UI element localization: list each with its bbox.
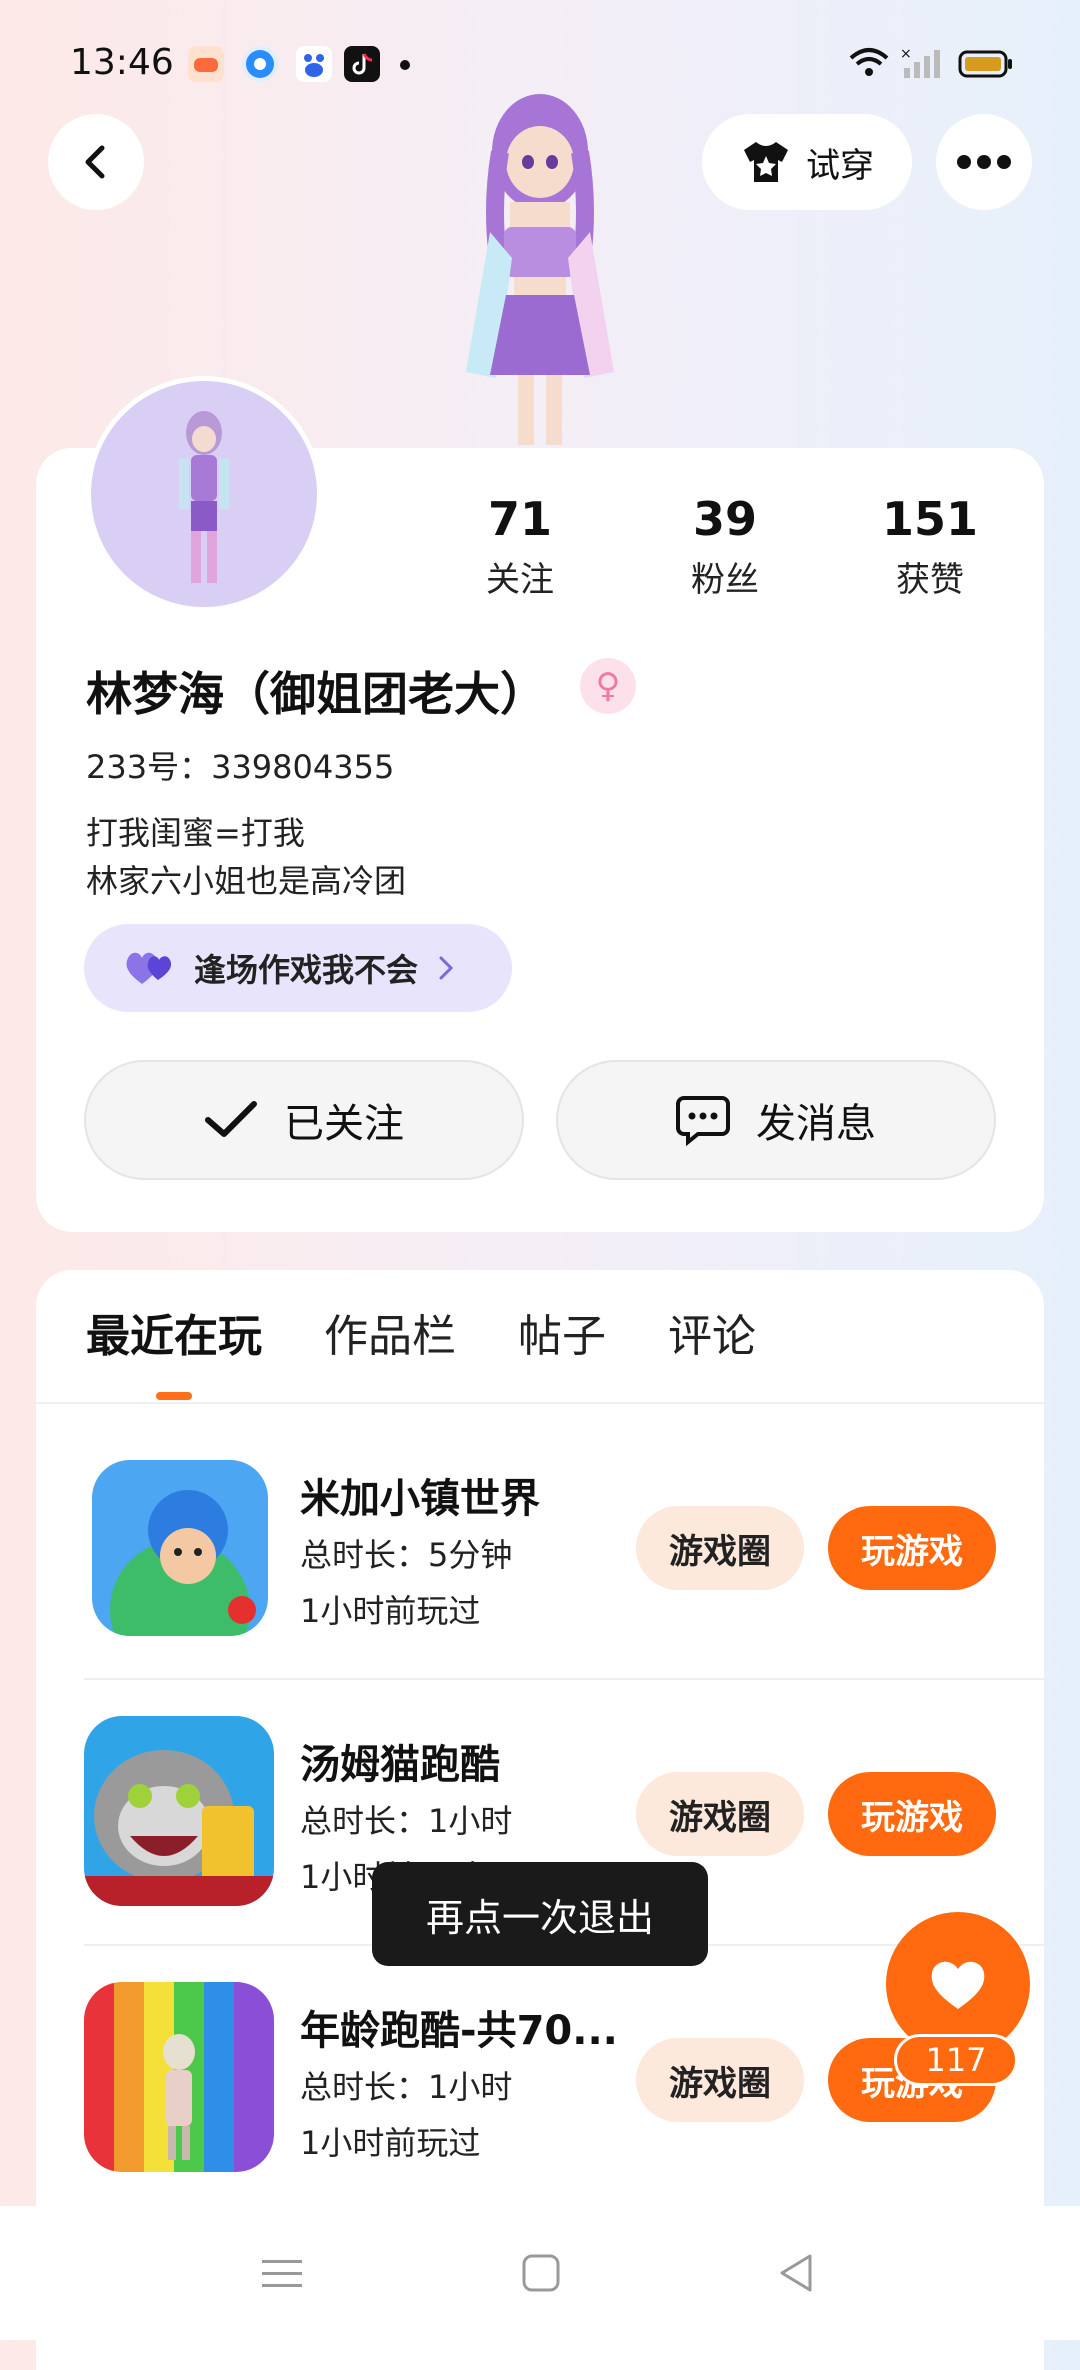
game-last-played-1: 1小时前玩过 (300, 1592, 481, 1630)
checkmark-icon (205, 1101, 257, 1137)
back-button[interactable] (48, 114, 144, 210)
tab-comments[interactable]: 评论 (668, 1300, 756, 1380)
tiktok-icon (344, 46, 380, 82)
more-notifications-dot (400, 60, 410, 70)
profile-bio-line-1: 打我闺蜜=打我 (86, 814, 305, 852)
home-icon[interactable] (522, 2254, 560, 2296)
stat-likes-label: 获赞 (896, 560, 964, 600)
tab-posts[interactable]: 帖子 (518, 1300, 606, 1380)
exit-toast: 再点一次退出 (372, 1862, 708, 1966)
profile-name: 林梦海（御姐团老大） (86, 667, 546, 721)
try-on-button[interactable]: 试穿 (702, 114, 912, 210)
chat-bubble-icon (676, 1096, 730, 1146)
stat-likes-count: 151 (881, 492, 979, 546)
game-title-3[interactable]: 年龄跑酷-共70... (300, 1998, 618, 2056)
stat-followers-count: 39 (692, 492, 757, 546)
female-gender-icon: ♀ (580, 658, 636, 714)
avatar-image (91, 381, 317, 607)
tabs-divider (36, 1402, 1044, 1404)
send-message-label: 发消息 (756, 1101, 876, 1147)
game-icon-miga-town[interactable] (92, 1460, 268, 1636)
circle-app-icon (242, 46, 278, 82)
svg-text:×: × (900, 46, 912, 62)
followed-label: 已关注 (284, 1101, 404, 1147)
game-last-played-3: 1小时前玩过 (300, 2124, 481, 2162)
game-circle-button-3[interactable]: 游戏圈 (636, 2038, 804, 2122)
profile-tag[interactable]: 逢场作戏我不会 (84, 924, 512, 1012)
play-game-button-2[interactable]: 玩游戏 (828, 1772, 996, 1856)
wifi-icon (848, 44, 890, 84)
stat-following-label: 关注 (486, 560, 554, 600)
game-icon-talking-tom[interactable] (84, 1716, 274, 1906)
profile-avatar[interactable] (86, 376, 322, 612)
game-duration-2: 总时长：1小时 (300, 1802, 513, 1840)
status-time: 13:46 (70, 42, 174, 83)
stat-following-count: 71 (487, 492, 552, 546)
game-title-2[interactable]: 汤姆猫跑酷 (300, 1732, 500, 1790)
menu-icon[interactable] (262, 2256, 302, 2296)
heart-icon (931, 1961, 985, 2009)
tshirt-icon (744, 142, 788, 182)
chevron-left-icon (85, 145, 105, 179)
game-circle-button-1[interactable]: 游戏圈 (636, 1506, 804, 1590)
like-count-badge: 117 (894, 2034, 1018, 2086)
game-title-1[interactable]: 米加小镇世界 (300, 1466, 540, 1524)
tab-recently-played[interactable]: 最近在玩 (86, 1300, 262, 1380)
profile-bio-line-2: 林家六小姐也是高冷团 (86, 862, 407, 900)
back-triangle-icon[interactable] (778, 2252, 814, 2298)
stat-following[interactable]: 71 关注 (450, 492, 590, 601)
stat-likes[interactable]: 151 获赞 (860, 492, 1000, 601)
game-duration-1: 总时长：5分钟 (300, 1536, 513, 1574)
row-divider (84, 1678, 1044, 1680)
avatar-figure (430, 92, 650, 452)
try-on-label: 试穿 (806, 145, 874, 186)
stat-followers[interactable]: 39 粉丝 (655, 492, 795, 601)
profile-tabs: 最近在玩 作品栏 帖子 评论 (86, 1300, 756, 1380)
game-duration-3: 总时长：1小时 (300, 2068, 513, 2106)
play-game-button-1[interactable]: 玩游戏 (828, 1506, 996, 1590)
more-button[interactable] (936, 114, 1032, 210)
baidu-icon (296, 46, 332, 82)
profile-uid: 233号：339804355 (86, 748, 395, 786)
battery-icon (958, 48, 1014, 84)
stat-followers-label: 粉丝 (691, 560, 759, 600)
game-icon (188, 46, 224, 82)
game-icon-age-parkour[interactable] (84, 1982, 274, 2172)
game-circle-button-2[interactable]: 游戏圈 (636, 1772, 804, 1856)
send-message-button[interactable]: 发消息 (556, 1060, 996, 1180)
system-nav-bar (0, 2206, 1080, 2340)
tab-works[interactable]: 作品栏 (324, 1300, 456, 1380)
more-dots-icon (957, 155, 1011, 169)
hearts-icon (126, 952, 172, 984)
active-tab-indicator (156, 1392, 192, 1400)
profile-tag-label: 逢场作戏我不会 (194, 951, 419, 989)
chevron-right-icon (439, 956, 454, 980)
signal-icon: × (900, 46, 944, 84)
followed-button[interactable]: 已关注 (84, 1060, 524, 1180)
